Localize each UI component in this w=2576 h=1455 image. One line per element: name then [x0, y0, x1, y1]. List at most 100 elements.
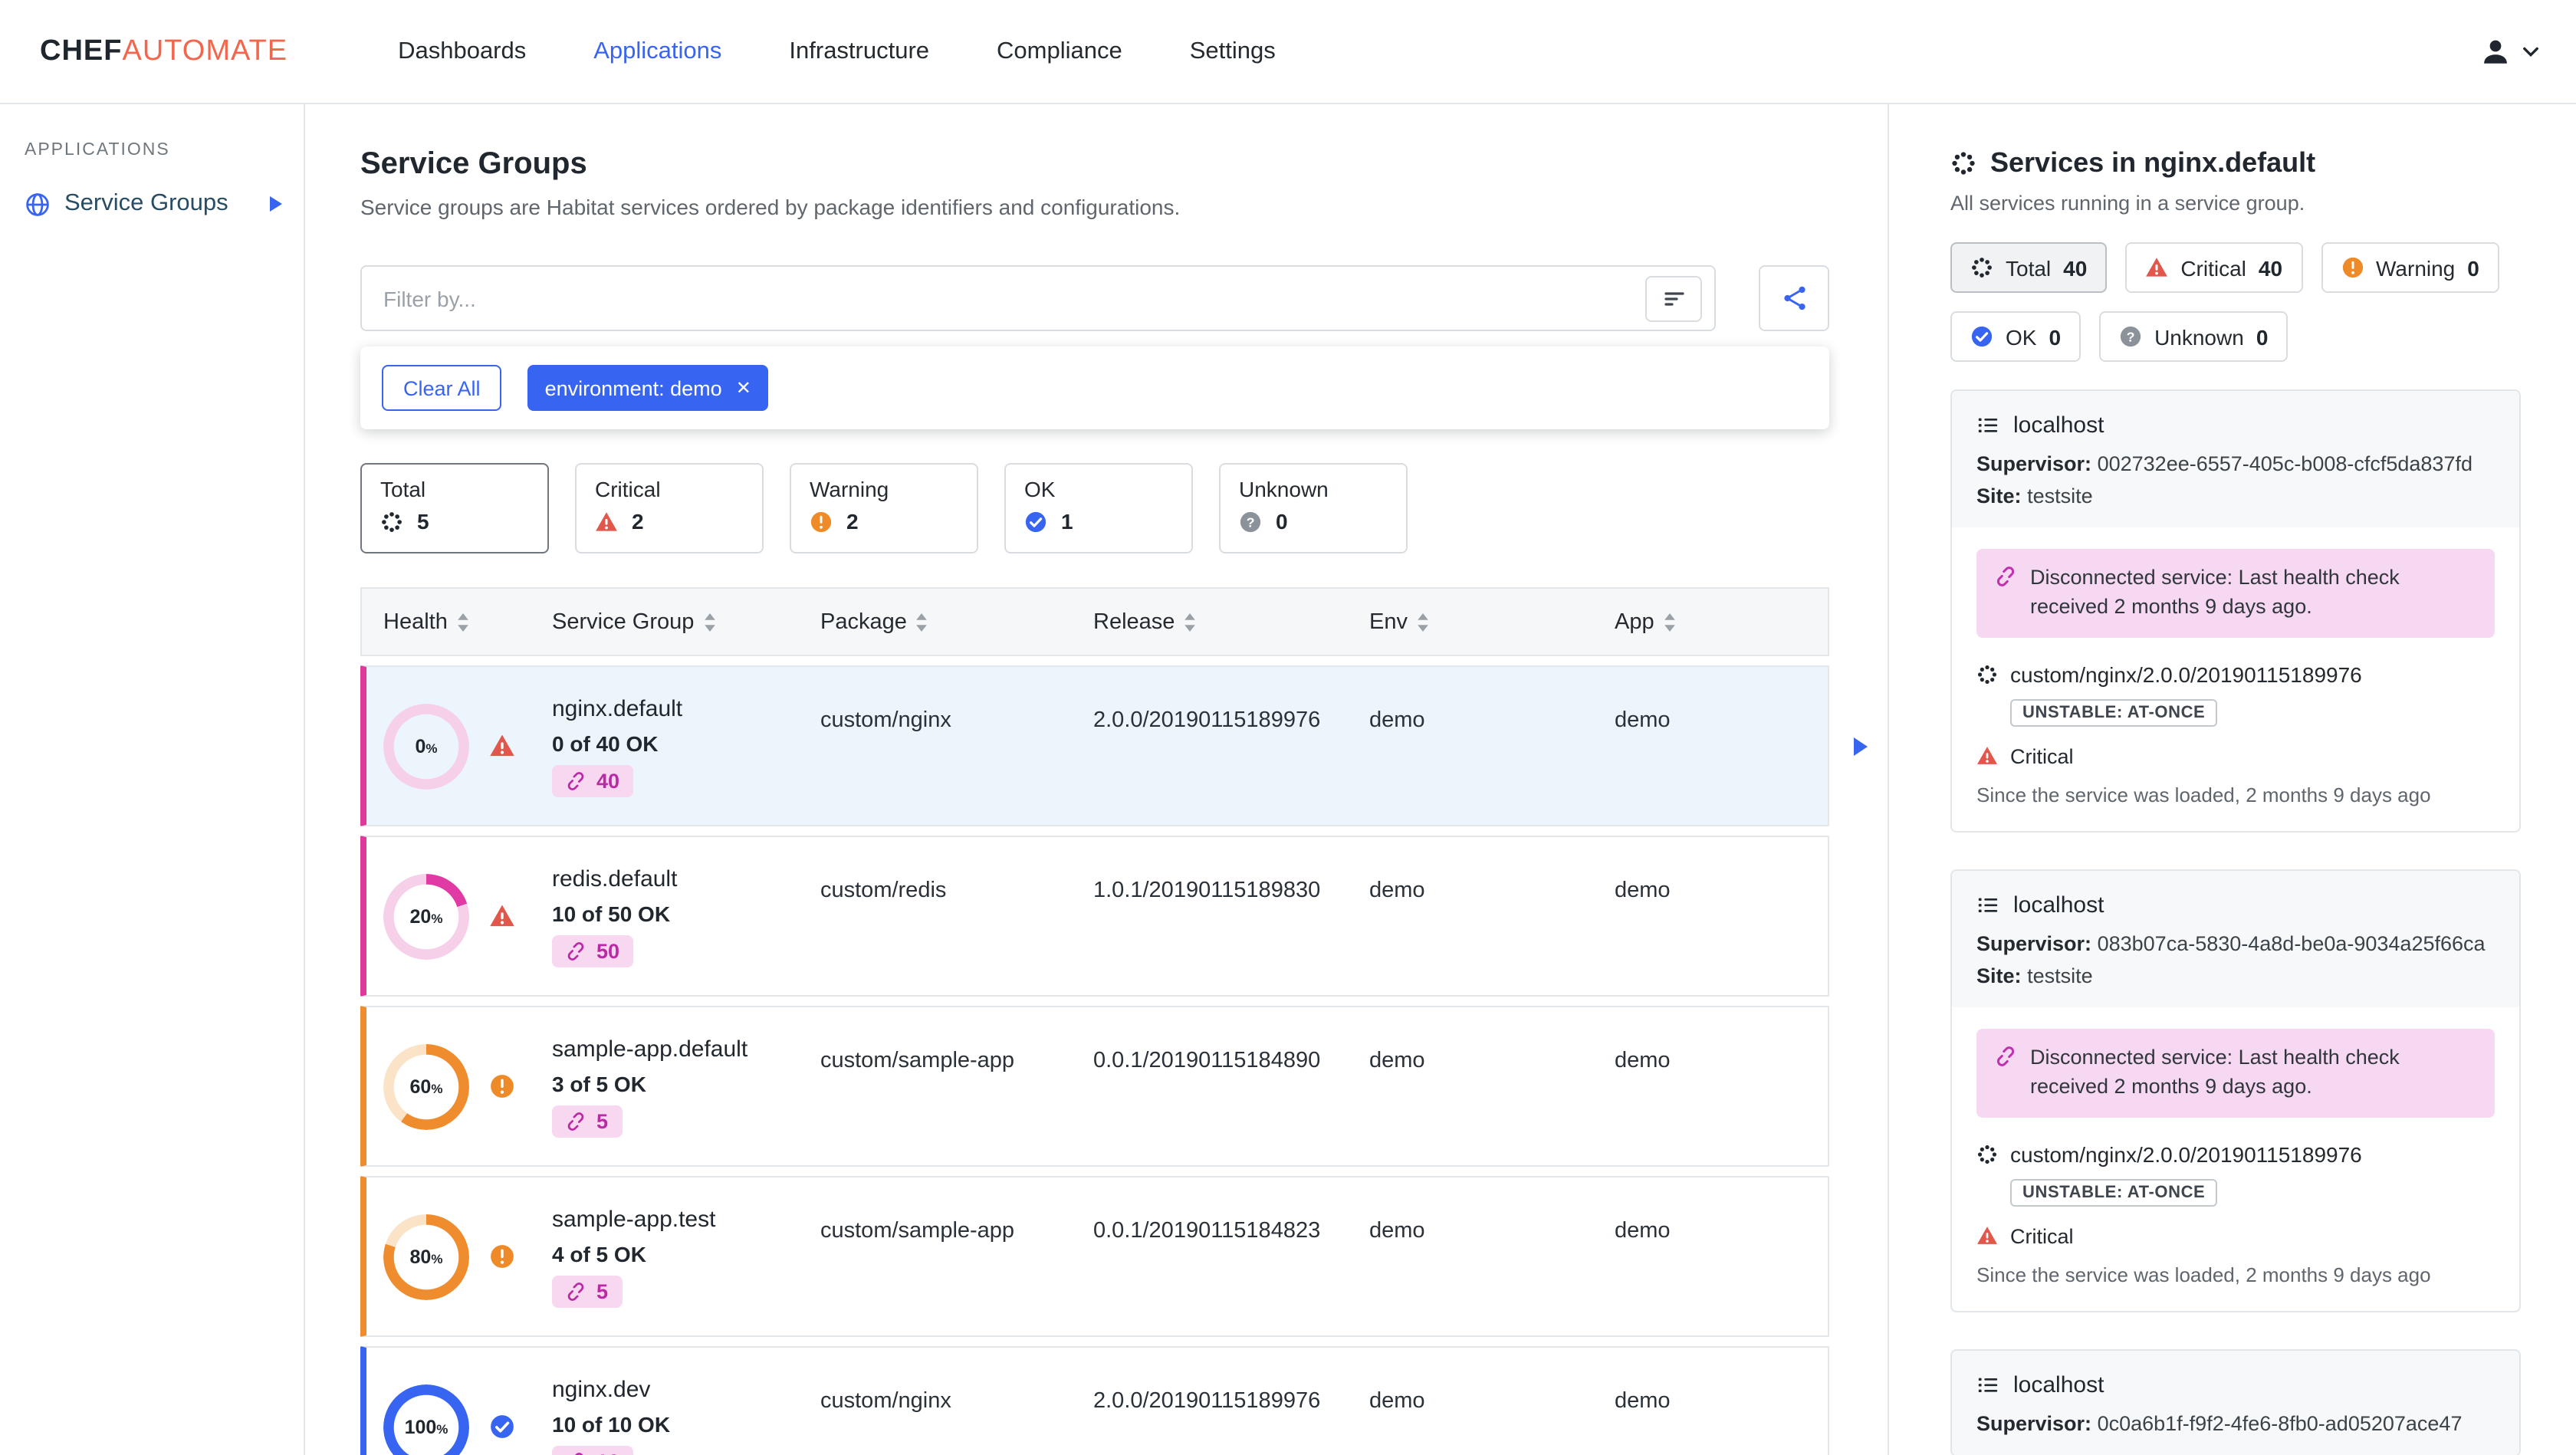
- remove-chip-icon[interactable]: ✕: [736, 377, 751, 399]
- column-header-service-group[interactable]: Service Group: [552, 609, 820, 634]
- badge-warning[interactable]: Warning 0: [2321, 242, 2499, 293]
- package-cell: custom/nginx: [820, 1389, 951, 1414]
- main-content: Service Groups Service groups are Habita…: [305, 104, 1889, 1455]
- column-header-package[interactable]: Package: [820, 609, 1093, 634]
- user-menu[interactable]: [2479, 35, 2539, 67]
- service-group-name: sample-app.default: [552, 1036, 748, 1062]
- nav-compliance[interactable]: Compliance: [997, 38, 1122, 65]
- service-group-cell: redis.default 10 of 50 OK 50: [552, 837, 820, 995]
- sort-icon[interactable]: [703, 613, 715, 631]
- nav-settings[interactable]: Settings: [1190, 38, 1276, 65]
- share-button[interactable]: [1759, 265, 1829, 331]
- service-identifier: custom/nginx/2.0.0/20190115189976: [2010, 1141, 2362, 1167]
- service-status: Critical: [2010, 744, 2074, 768]
- service-identifier: custom/nginx/2.0.0/20190115189976: [2010, 662, 2362, 687]
- status-card-count: 2: [846, 509, 859, 534]
- total-services-icon: [380, 510, 403, 533]
- disconnected-alert: Disconnected service: Last health check …: [1976, 549, 2495, 638]
- status-card-total[interactable]: Total 5: [360, 463, 549, 553]
- package-cell: custom/redis: [820, 879, 947, 903]
- sort-icon[interactable]: [457, 613, 469, 631]
- ok-count: 3 of 5 OK: [552, 1071, 646, 1095]
- broken-link-icon: [566, 941, 586, 961]
- host-name: localhost: [2013, 412, 2104, 438]
- clear-all-button[interactable]: Clear All: [382, 365, 502, 411]
- package-cell: custom/sample-app: [820, 1049, 1015, 1073]
- top-navigation: CHEF AUTOMATE Dashboards Applications Inf…: [0, 0, 2576, 104]
- broken-link-icon: [566, 1281, 586, 1301]
- badge-critical[interactable]: Critical 40: [2125, 242, 2303, 293]
- disconnected-alert-text: Disconnected service: Last health check …: [2030, 1045, 2400, 1098]
- sidebar: APPLICATIONS Service Groups: [0, 104, 305, 1455]
- user-icon: [2479, 35, 2512, 67]
- status-card-warning[interactable]: Warning 2: [790, 463, 978, 553]
- chef-automate-logo[interactable]: CHEF AUTOMATE: [40, 34, 288, 68]
- panel-subtitle: All services running in a service group.: [1950, 192, 2305, 215]
- filter-chip-environment-demo[interactable]: environment: demo ✕: [527, 365, 768, 411]
- health-donut: 100%: [383, 1384, 469, 1455]
- service-group-cell: sample-app.test 4 of 5 OK 5: [552, 1177, 820, 1335]
- release-cell: 2.0.0/20190115189976: [1093, 708, 1321, 733]
- disconnected-badge: 40: [552, 764, 634, 796]
- panel-title: Services in nginx.default: [1950, 147, 2521, 179]
- sidebar-item-service-groups[interactable]: Service Groups: [0, 181, 304, 227]
- health-check-badge: UNSTABLE: AT-ONCE: [2010, 698, 2218, 727]
- service-since-text: Since the service was loaded, 2 months 9…: [1976, 1263, 2431, 1286]
- column-header-release[interactable]: Release: [1093, 609, 1369, 634]
- column-header-health[interactable]: Health: [383, 609, 552, 634]
- sort-icon[interactable]: [916, 613, 928, 631]
- critical-icon: [1976, 746, 1998, 767]
- list-icon: [1976, 414, 1999, 437]
- critical-icon: [489, 733, 515, 759]
- host-name: localhost: [2013, 1371, 2104, 1398]
- badge-unknown[interactable]: Unknown 0: [2099, 311, 2288, 362]
- sort-icon[interactable]: [1184, 613, 1196, 631]
- nav-dashboards[interactable]: Dashboards: [398, 38, 526, 65]
- status-card-unknown[interactable]: Unknown 0: [1219, 463, 1408, 553]
- disconnected-alert: Disconnected service: Last health check …: [1976, 1028, 2495, 1118]
- status-card-ok[interactable]: OK 1: [1004, 463, 1193, 553]
- disconnected-alert-text: Disconnected service: Last health check …: [2030, 566, 2400, 618]
- column-header-env[interactable]: Env: [1369, 609, 1615, 634]
- service-groups-table: Health Service Group Package Release Env…: [360, 587, 1868, 1455]
- health-check-badge: UNSTABLE: AT-ONCE: [2010, 1178, 2218, 1207]
- package-cell: custom/sample-app: [820, 1219, 1015, 1243]
- host-row: localhost: [1976, 412, 2495, 438]
- broken-link-icon: [566, 1111, 586, 1131]
- site-name: testsite: [2027, 484, 2093, 507]
- env-cell: demo: [1369, 708, 1425, 733]
- sidebar-item-label: Service Groups: [64, 190, 228, 216]
- status-card-label: Warning: [810, 477, 889, 501]
- filter-options-button[interactable]: [1645, 275, 1702, 321]
- status-card-count: 1: [1061, 509, 1073, 534]
- site-name: testsite: [2027, 964, 2093, 987]
- ok-icon: [489, 1414, 515, 1440]
- sort-icon[interactable]: [1417, 613, 1429, 631]
- disconnected-badge: 5: [552, 1275, 623, 1307]
- table-row[interactable]: 60% sample-app.default 3 of 5 OK 5 custo…: [360, 1006, 1829, 1167]
- disconnected-badge: 50: [552, 934, 634, 967]
- badge-total[interactable]: Total 40: [1950, 242, 2108, 293]
- release-cell: 0.0.1/20190115184890: [1093, 1049, 1321, 1073]
- release-cell: 0.0.1/20190115184823: [1093, 1219, 1321, 1243]
- service-group-name: nginx.dev: [552, 1376, 651, 1402]
- nav-applications[interactable]: Applications: [593, 38, 721, 65]
- service-card-header: localhost Supervisor: 002732ee-6557-405c…: [1952, 391, 2519, 527]
- nav-infrastructure[interactable]: Infrastructure: [789, 38, 929, 65]
- table-row[interactable]: 20% redis.default 10 of 50 OK 50 custom/…: [360, 836, 1829, 997]
- service-group-cell: sample-app.default 3 of 5 OK 5: [552, 1007, 820, 1165]
- badge-ok[interactable]: OK 0: [1950, 311, 2082, 362]
- critical-icon: [2145, 256, 2168, 279]
- service-card: localhost Supervisor: 083b07ca-5830-4a8d…: [1950, 869, 2521, 1312]
- release-cell: 1.0.1/20190115189830: [1093, 879, 1321, 903]
- status-card-label: OK: [1024, 477, 1056, 501]
- status-card-critical[interactable]: Critical 2: [575, 463, 764, 553]
- filter-input[interactable]: [362, 286, 1645, 310]
- column-header-app[interactable]: App: [1615, 609, 1828, 634]
- primary-nav: Dashboards Applications Infrastructure C…: [398, 38, 1276, 65]
- table-row[interactable]: 100% nginx.dev 10 of 10 OK 10 custom/ngi…: [360, 1346, 1829, 1455]
- sort-icon[interactable]: [1664, 613, 1676, 631]
- table-row[interactable]: 0% nginx.default 0 of 40 OK 40 custom/ng…: [360, 665, 1868, 826]
- status-card-count: 5: [417, 509, 429, 534]
- table-row[interactable]: 80% sample-app.test 4 of 5 OK 5 custom/s…: [360, 1176, 1829, 1337]
